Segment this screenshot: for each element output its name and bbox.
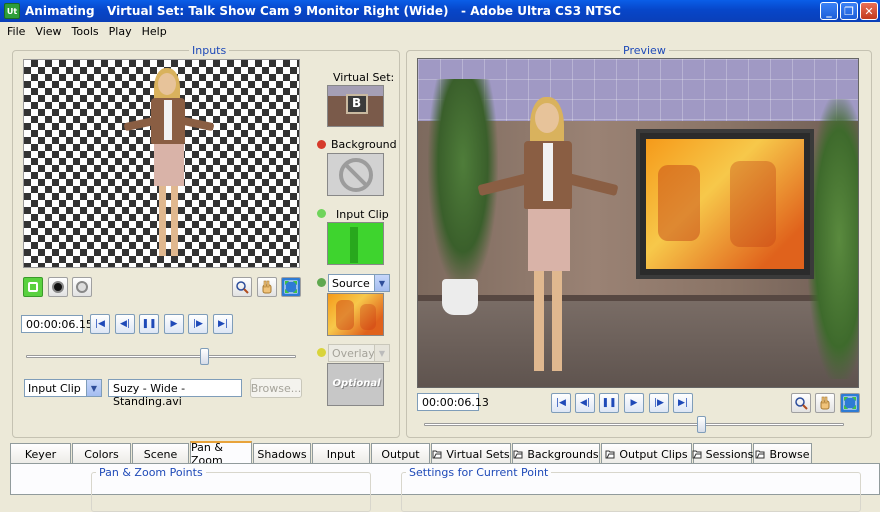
browse-button[interactable]: Browse... (250, 378, 302, 398)
pan-zoom-points-group: Pan & Zoom Points (91, 466, 371, 512)
tab-colors[interactable]: Colors (72, 443, 131, 464)
preview-fit-to-window-icon[interactable] (840, 393, 860, 413)
preview-play-button[interactable]: ▶ (624, 393, 644, 413)
input-timecode[interactable]: 00:00:06.15 (21, 315, 93, 333)
tab-keyer[interactable]: Keyer (10, 443, 71, 464)
maximize-button[interactable]: ❐ (840, 2, 858, 20)
folder-browse-icon (432, 449, 442, 459)
menu-tools[interactable]: Tools (67, 25, 104, 38)
fit-to-window-icon[interactable] (281, 277, 301, 297)
tab-label: Shadows (257, 447, 307, 461)
preview-label: Preview (620, 44, 669, 57)
source-led (317, 278, 326, 287)
tab-output[interactable]: Output (371, 443, 430, 464)
virtual-set-thumb[interactable]: B (327, 85, 384, 127)
source-select[interactable]: Source B ▼ (328, 274, 390, 292)
inputs-label: Inputs (189, 44, 230, 57)
virtual-set-label: Virtual Set: (333, 71, 395, 84)
folder-browse-icon (513, 449, 523, 459)
tab-label: Backgrounds (527, 447, 599, 461)
tab-scene[interactable]: Scene (132, 443, 189, 464)
minimize-button[interactable]: _ (820, 2, 838, 20)
tab-virtual-sets[interactable]: Virtual Sets (431, 443, 511, 464)
input-slider-track[interactable] (26, 355, 296, 358)
preview-hand-pan-icon[interactable] (815, 393, 835, 413)
menu-bar: File View Tools Play Help (0, 22, 880, 40)
tab-label: Input (326, 447, 356, 461)
tab-browse[interactable]: Browse (753, 443, 812, 464)
optional-text: Optional (332, 378, 381, 389)
menu-play[interactable]: Play (104, 25, 137, 38)
settings-current-point-label: Settings for Current Point (406, 466, 552, 479)
source-thumb[interactable] (327, 293, 384, 336)
preview-pause-button[interactable]: ❚❚ (599, 393, 619, 413)
view-composite-button[interactable] (23, 277, 43, 297)
tab-input[interactable]: Input (312, 443, 370, 464)
view-matte-button[interactable] (48, 277, 68, 297)
monitor-screen (636, 129, 814, 279)
menu-file[interactable]: File (2, 25, 30, 38)
input-clip-thumb[interactable] (327, 222, 384, 265)
menu-view[interactable]: View (30, 25, 66, 38)
preview-step-back-button[interactable]: ◀| (575, 393, 595, 413)
folder-browse-icon (692, 449, 702, 459)
hand-pan-icon[interactable] (257, 277, 277, 297)
input-clip-label: Input Clip (336, 208, 389, 221)
input-slider-thumb[interactable] (200, 348, 210, 365)
preview-step-forward-button[interactable]: |▶ (649, 393, 669, 413)
app-icon: Ut (4, 3, 20, 19)
tab-label: Keyer (24, 447, 57, 461)
preview-slider-track[interactable] (424, 423, 844, 426)
tab-label: Scene (143, 447, 178, 461)
input-go-start-button[interactable]: |◀ (90, 314, 110, 334)
pan-zoom-points-label: Pan & Zoom Points (96, 466, 206, 479)
input-step-forward-button[interactable]: |▶ (188, 314, 208, 334)
input-pause-button[interactable]: ❚❚ (139, 314, 159, 334)
input-go-end-button[interactable]: ▶| (213, 314, 233, 334)
folder-browse-icon (755, 449, 765, 459)
zoom-icon[interactable] (232, 277, 252, 297)
background-led (317, 140, 326, 149)
settings-current-point-group: Settings for Current Point (401, 466, 861, 512)
tab-backgrounds[interactable]: Backgrounds (512, 443, 600, 464)
tab-shadows[interactable]: Shadows (253, 443, 311, 464)
tab-label: Output (381, 447, 420, 461)
preview-go-start-button[interactable]: |◀ (551, 393, 571, 413)
preview-talent (477, 97, 619, 387)
folder-browse-icon (605, 449, 615, 459)
virtual-set-thumb-letter: B (352, 96, 362, 110)
input-step-back-button[interactable]: ◀| (115, 314, 135, 334)
input-play-button[interactable]: ▶ (164, 314, 184, 334)
tab-label: Virtual Sets (446, 447, 510, 461)
close-button[interactable]: ✕ (860, 2, 878, 20)
preview-zoom-icon[interactable] (791, 393, 811, 413)
preview-timecode[interactable]: 00:00:06.13 (417, 393, 489, 411)
preview-slider-thumb[interactable] (697, 416, 707, 433)
background-thumb[interactable] (327, 153, 384, 196)
overlay-select[interactable]: Overlay 1 ▼ (328, 344, 390, 362)
tab-panel-pan-zoom: Pan & Zoom Points Settings for Current P… (10, 463, 880, 512)
tab-bar: Keyer Colors Scene Pan & Zoom Shadows Input Ou… (10, 441, 880, 467)
tab-label: Colors (84, 447, 119, 461)
view-source-button[interactable] (72, 277, 92, 297)
background-label: Background (331, 138, 397, 151)
tab-output-clips[interactable]: Output Clips (601, 443, 692, 464)
tab-label: Output Clips (619, 447, 688, 461)
menu-help[interactable]: Help (137, 25, 172, 38)
tab-label: Sessions (705, 447, 754, 461)
tab-label: Browse (769, 447, 810, 461)
tab-sessions[interactable]: Sessions (692, 443, 754, 464)
title-bar: Ut Animating Virtual Set: Talk Show Cam … (0, 0, 880, 22)
input-clip-led (317, 209, 326, 218)
window-title: Animating Virtual Set: Talk Show Cam 9 M… (25, 4, 621, 18)
input-source-select[interactable]: Input Clip ▼ (24, 379, 102, 397)
tab-pan-zoom[interactable]: Pan & Zoom (190, 441, 252, 467)
input-video-viewer[interactable] (23, 59, 300, 268)
preview-viewer[interactable] (417, 58, 859, 388)
overlay-led (317, 348, 326, 357)
talent-figure (123, 68, 215, 267)
overlay-thumb[interactable]: Optional (327, 363, 384, 406)
clip-name-field[interactable]: Suzy - Wide - Standing.avi (108, 379, 242, 408)
preview-go-end-button[interactable]: ▶| (673, 393, 693, 413)
